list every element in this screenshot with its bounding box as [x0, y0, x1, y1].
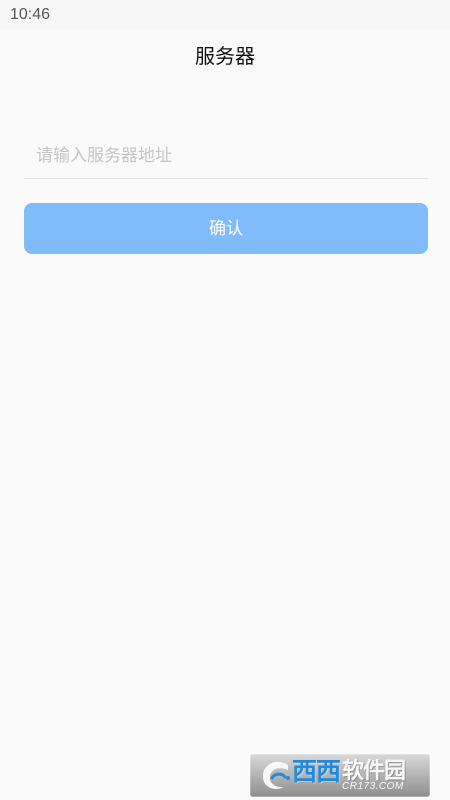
status-time: 10:46 [10, 6, 51, 23]
watermark-logo: 西西 软件园 CR173.COM [250, 754, 430, 797]
status-bar: 10:46 [0, 0, 450, 30]
watermark-brand-blue: 西西 [292, 757, 341, 786]
confirm-button[interactable]: 确认 [24, 203, 428, 254]
page-title: 服务器 [195, 44, 255, 68]
server-address-input[interactable] [24, 136, 428, 176]
watermark-domain: CR173.COM [342, 781, 404, 792]
server-address-field [24, 136, 428, 179]
